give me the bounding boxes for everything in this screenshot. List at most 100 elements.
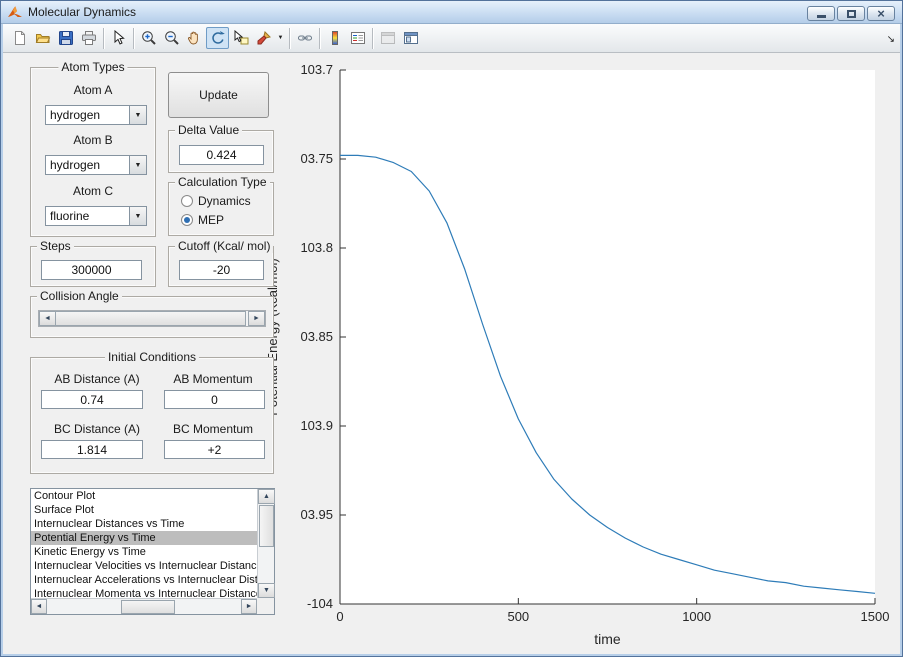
minimize-button[interactable] — [807, 6, 835, 21]
steps-input[interactable] — [41, 260, 142, 280]
x-tick-label: 1500 — [861, 609, 890, 624]
list-item[interactable]: Internuclear Momenta vs Internuclear Dis… — [31, 587, 257, 598]
pan-hand-icon — [187, 31, 198, 45]
horizontal-scroll-thumb[interactable] — [121, 600, 175, 614]
zoom-out-button[interactable] — [160, 27, 183, 49]
bc-distance-input[interactable] — [41, 440, 143, 459]
minimize-icon — [816, 15, 826, 18]
atom-c-select[interactable]: fluorine ▼ — [45, 206, 147, 226]
toolbar-separator — [103, 27, 104, 49]
brush-data-button[interactable] — [252, 27, 275, 49]
plot-type-list-items: Contour Plot Surface Plot Internuclear D… — [31, 489, 257, 598]
toolbar-separator — [372, 27, 373, 49]
slider-right-arrow-icon[interactable]: ► — [248, 311, 265, 326]
cutoff-panel: Cutoff (Kcal/ mol) — [168, 239, 274, 287]
zoom-in-icon — [141, 31, 156, 45]
zoom-in-button[interactable] — [137, 27, 160, 49]
scroll-right-arrow-icon[interactable]: ► — [241, 599, 257, 614]
y-tick-label: -103.8 — [300, 240, 333, 255]
slider-left-arrow-icon[interactable]: ◄ — [39, 311, 56, 326]
atom-a-select[interactable]: hydrogen ▼ — [45, 105, 147, 125]
titlebar[interactable]: Molecular Dynamics × — [1, 1, 902, 24]
show-plot-tools-dock-button[interactable] — [399, 27, 422, 49]
new-figure-button[interactable] — [8, 27, 31, 49]
toolbar-overflow-icon[interactable]: ↘ — [887, 34, 895, 45]
data-cursor-icon — [234, 30, 248, 45]
vertical-scrollbar[interactable]: ▲ ▼ — [257, 489, 275, 598]
close-button[interactable]: × — [867, 6, 895, 21]
slider-thumb[interactable] — [56, 311, 246, 326]
initial-conditions-panel: Initial Conditions AB Distance (A) AB Mo… — [30, 350, 274, 474]
print-figure-button[interactable] — [77, 27, 100, 49]
rotate-3d-button[interactable] — [206, 27, 229, 49]
list-item[interactable]: Contour Plot — [31, 489, 257, 503]
cutoff-title: Cutoff (Kcal/ mol) — [175, 239, 274, 253]
delta-value-input[interactable] — [179, 145, 264, 165]
edit-plot-button[interactable] — [107, 27, 130, 49]
radio-circle-icon — [181, 214, 193, 226]
x-tick-label: 0 — [336, 609, 343, 624]
open-file-button[interactable] — [31, 27, 54, 49]
plot-type-listbox[interactable]: Contour Plot Surface Plot Internuclear D… — [30, 488, 275, 615]
atom-a-value: hydrogen — [50, 108, 101, 122]
dropdown-arrow-icon[interactable]: ▼ — [129, 207, 146, 225]
ab-distance-input[interactable] — [41, 390, 143, 409]
toolbar-separator — [289, 27, 290, 49]
list-item[interactable]: Internuclear Distances vs Time — [31, 517, 257, 531]
figure-toolbar: ▼ — [3, 24, 900, 53]
link-plot-icon — [297, 35, 312, 41]
list-item[interactable]: Surface Plot — [31, 503, 257, 517]
radio-dynamics[interactable]: Dynamics — [181, 194, 251, 208]
update-button[interactable]: Update — [168, 72, 269, 118]
atom-b-select[interactable]: hydrogen ▼ — [45, 155, 147, 175]
y-tick-label: -103.85 — [300, 329, 333, 344]
data-cursor-button[interactable] — [229, 27, 252, 49]
y-tick-label: -103.7 — [300, 62, 333, 77]
close-icon: × — [877, 5, 885, 21]
scroll-down-arrow-icon[interactable]: ▼ — [258, 583, 275, 598]
atom-b-label: Atom B — [73, 133, 113, 147]
radio-mep[interactable]: MEP — [181, 213, 224, 227]
hide-plot-tools-button[interactable] — [376, 27, 399, 49]
axes-plot[interactable]: 0 500 1000 1500 -104 -103.95 -103.9 -103.85 -103… — [300, 58, 900, 654]
link-plot-button[interactable] — [293, 27, 316, 49]
calculation-type-title: Calculation Type — [175, 175, 270, 189]
bc-momentum-input[interactable] — [164, 440, 265, 459]
atom-a-label: Atom A — [73, 83, 113, 97]
radio-mep-label: MEP — [198, 213, 225, 227]
scroll-left-arrow-icon[interactable]: ◄ — [31, 599, 47, 614]
insert-colorbar-button[interactable] — [323, 27, 346, 49]
cutoff-input[interactable] — [179, 260, 264, 280]
atom-c-value: fluorine — [50, 209, 90, 223]
toolbar-separator — [133, 27, 134, 49]
open-file-icon — [35, 34, 50, 43]
plot-area[interactable] — [340, 70, 875, 604]
bc-momentum-label: BC Momentum — [172, 422, 254, 436]
pan-button[interactable] — [183, 27, 206, 49]
brush-dropdown-arrow-icon[interactable]: ▼ — [275, 27, 286, 49]
scroll-up-arrow-icon[interactable]: ▲ — [258, 489, 275, 504]
list-item[interactable]: Kinetic Energy vs Time — [31, 545, 257, 559]
ab-distance-label: AB Distance (A) — [54, 372, 140, 386]
maximize-button[interactable] — [837, 6, 865, 21]
ab-momentum-input[interactable] — [164, 390, 265, 409]
dropdown-arrow-icon[interactable]: ▼ — [129, 156, 146, 174]
horizontal-scrollbar[interactable]: ◄ ► — [31, 598, 257, 614]
window-title: Molecular Dynamics — [28, 5, 137, 19]
list-item[interactable]: Potential Energy vs Time — [31, 531, 257, 545]
collision-angle-slider[interactable]: ◄ ► — [38, 310, 266, 327]
delta-value-title: Delta Value — [175, 123, 243, 137]
colorbar-icon — [331, 31, 338, 45]
list-item[interactable]: Internuclear Accelerations vs Internucle… — [31, 573, 257, 587]
list-item[interactable]: Internuclear Velocities vs Internuclear … — [31, 559, 257, 573]
brush-icon — [257, 31, 271, 45]
x-tick-label: 500 — [507, 609, 529, 624]
vertical-scroll-thumb[interactable] — [259, 505, 274, 547]
y-tick-label: -103.75 — [300, 151, 333, 166]
save-figure-button[interactable] — [54, 27, 77, 49]
y-tick-label: -103.95 — [300, 507, 333, 522]
x-tick-label: 1000 — [682, 609, 711, 624]
bc-distance-label: BC Distance (A) — [53, 422, 141, 436]
dropdown-arrow-icon[interactable]: ▼ — [129, 106, 146, 124]
insert-legend-button[interactable] — [346, 27, 369, 49]
